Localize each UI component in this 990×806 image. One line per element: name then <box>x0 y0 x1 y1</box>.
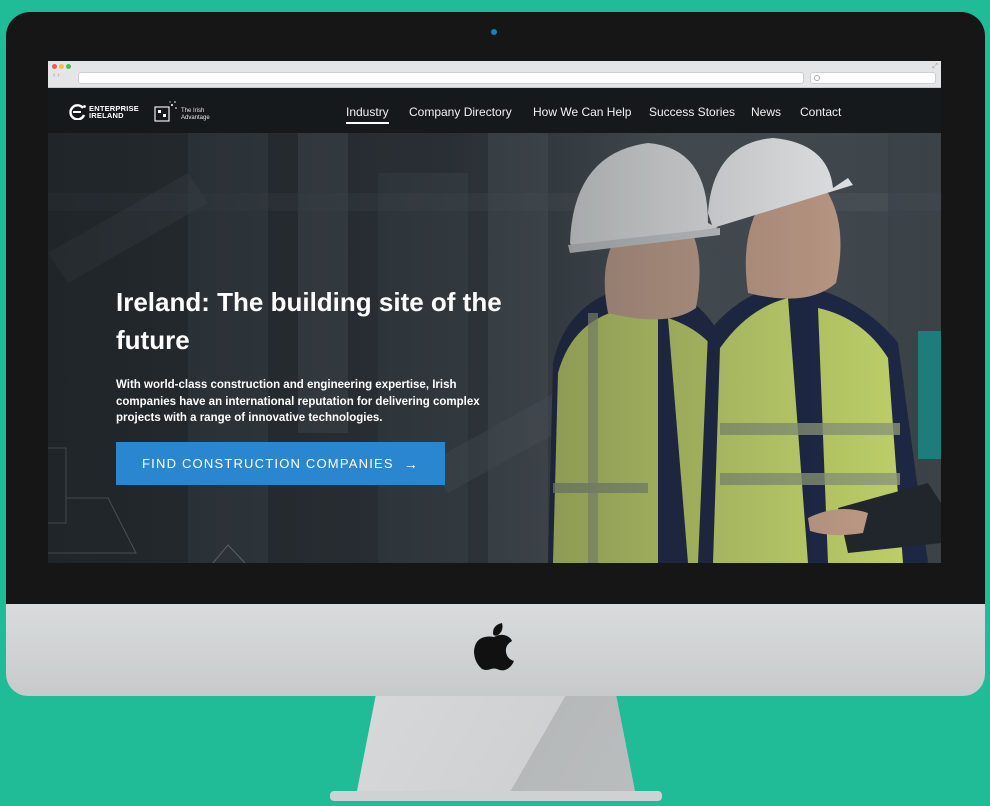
url-bar[interactable] <box>78 72 804 84</box>
camera-icon <box>491 29 497 35</box>
find-construction-companies-button[interactable]: FIND CONSTRUCTION COMPANIES → <box>116 442 445 485</box>
nav-item-contact[interactable]: Contact <box>800 105 841 119</box>
monitor-stand <box>356 696 636 796</box>
nav-item-industry[interactable]: Industry <box>346 105 389 124</box>
minimize-window-button[interactable] <box>59 64 64 69</box>
main-nav: Industry Company Directory How We Can He… <box>48 105 941 124</box>
arrow-right-icon: → <box>403 455 419 472</box>
nav-item-news[interactable]: News <box>751 105 781 119</box>
back-forward-icon[interactable]: ‹› <box>53 72 62 79</box>
hero-title: Ireland: The building site of the future <box>116 287 502 355</box>
apple-logo-icon <box>474 623 514 671</box>
close-window-button[interactable] <box>52 64 57 69</box>
monitor-stand-base <box>330 791 662 801</box>
maximize-window-button[interactable] <box>66 64 71 69</box>
nav-item-how-we-can-help[interactable]: How We Can Help <box>533 105 631 119</box>
nav-item-success-stories[interactable]: Success Stories <box>649 105 735 119</box>
monitor-screen: ‹› ⤢ ENTERPRISE IRELAND The Irish Advant… <box>48 61 941 563</box>
hero-description: With world-class construction and engine… <box>116 379 480 424</box>
cta-label: FIND CONSTRUCTION COMPANIES <box>142 456 394 471</box>
hero-section: Ireland: The building site of the future… <box>48 133 941 563</box>
browser-chrome: ‹› ⤢ <box>48 61 941 88</box>
fullscreen-icon[interactable]: ⤢ <box>932 63 938 71</box>
browser-search-bar[interactable] <box>810 72 936 84</box>
side-tab[interactable] <box>918 331 941 459</box>
site-header: ENTERPRISE IRELAND The Irish Advantage I… <box>48 88 941 133</box>
search-icon <box>814 75 820 81</box>
nav-item-company-directory[interactable]: Company Directory <box>409 105 512 119</box>
